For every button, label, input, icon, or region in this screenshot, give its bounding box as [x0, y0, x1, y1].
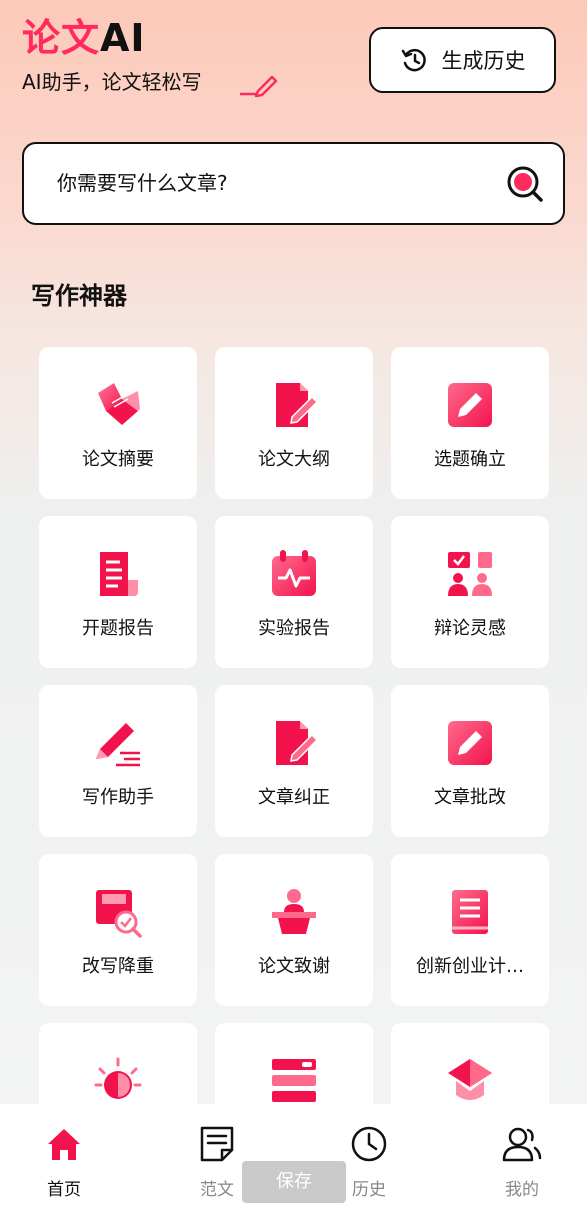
tool-label: 改写降重 [82, 956, 154, 977]
stack-layers-icon [272, 1059, 316, 1102]
history-button-label: 生成历史 [441, 49, 526, 73]
tool-label: 写作助手 [82, 787, 154, 808]
home-icon [48, 1129, 80, 1160]
tool-label: 创新创业计… [416, 956, 524, 977]
pen-icon [240, 75, 278, 98]
box-search-icon [96, 890, 142, 938]
podium-speaker-icon [272, 889, 316, 934]
document-edit-icon [276, 383, 319, 427]
tool-card-proposal[interactable]: 开题报告 [39, 516, 197, 668]
header: 论文AI AI助手，论文轻松写 生成历史 [0, 0, 587, 120]
tool-card-outline[interactable]: 论文大纲 [215, 347, 373, 499]
tool-card-writing-assistant[interactable]: 写作助手 [39, 685, 197, 837]
clock-icon [351, 1126, 387, 1162]
history-button[interactable]: 生成历史 [369, 27, 556, 93]
pen-lines-icon [96, 723, 140, 767]
search-icon[interactable] [505, 164, 545, 204]
tool-card-inspiration[interactable] [39, 1023, 197, 1104]
tool-label: 论文致谢 [258, 956, 330, 977]
document-edit-icon [276, 721, 319, 765]
tab-home[interactable]: 首页 [14, 1104, 114, 1220]
brand-part-2: AI [100, 16, 146, 60]
lightbulb-icon [94, 1057, 142, 1099]
tab-mine[interactable]: 我的 [472, 1104, 572, 1220]
calendar-pulse-icon [272, 550, 316, 596]
tools-grid: 论文摘要 论文大纲 选题确立 开题报告 实验报告 辩论灵感 写作助手 文章纠正 … [39, 347, 549, 1104]
search-placeholder: 你需要写什么文章? [57, 171, 228, 195]
tool-card-rewrite[interactable]: 改写降重 [39, 854, 197, 1006]
pencil-square-icon [448, 383, 492, 427]
tool-card-debate[interactable]: 辩论灵感 [391, 516, 549, 668]
history-icon [401, 48, 426, 72]
tab-mine-label: 我的 [505, 1180, 539, 1200]
tool-label: 辩论灵感 [434, 618, 506, 639]
tool-label: 实验报告 [258, 618, 330, 639]
tool-card-layers[interactable] [215, 1023, 373, 1104]
tool-card-acknowledgement[interactable]: 论文致谢 [215, 854, 373, 1006]
scroll-report-icon [100, 552, 138, 596]
pencil-square-icon [448, 721, 492, 765]
document-icon [200, 1126, 234, 1162]
tool-card-lab-report[interactable]: 实验报告 [215, 516, 373, 668]
tool-card-business-plan[interactable]: 创新创业计… [391, 854, 549, 1006]
book-icon [98, 383, 140, 425]
tool-label: 选题确立 [434, 449, 506, 470]
notebook-icon [452, 890, 488, 934]
tool-card-topic[interactable]: 选题确立 [391, 347, 549, 499]
save-button[interactable]: 保存 [242, 1161, 346, 1203]
graduation-cap-icon [448, 1059, 492, 1100]
tool-card-grading[interactable]: 文章批改 [391, 685, 549, 837]
section-title: 写作神器 [31, 282, 127, 310]
debate-icon [448, 552, 492, 596]
tool-card-graduation[interactable] [391, 1023, 549, 1104]
tool-label: 论文摘要 [82, 449, 154, 470]
tool-card-correction[interactable]: 文章纠正 [215, 685, 373, 837]
search-input[interactable]: 你需要写什么文章? [22, 142, 565, 225]
tool-label: 文章纠正 [258, 787, 330, 808]
tab-home-label: 首页 [47, 1180, 81, 1200]
tool-label: 论文大纲 [258, 449, 330, 470]
user-icon [502, 1127, 542, 1162]
tool-label: 文章批改 [434, 787, 506, 808]
tool-card-abstract[interactable]: 论文摘要 [39, 347, 197, 499]
tool-label: 开题报告 [82, 618, 154, 639]
brand-part-1: 论文 [22, 16, 101, 60]
app-logo: 论文AI [22, 14, 146, 62]
tagline: AI助手，论文轻松写 [22, 70, 202, 94]
